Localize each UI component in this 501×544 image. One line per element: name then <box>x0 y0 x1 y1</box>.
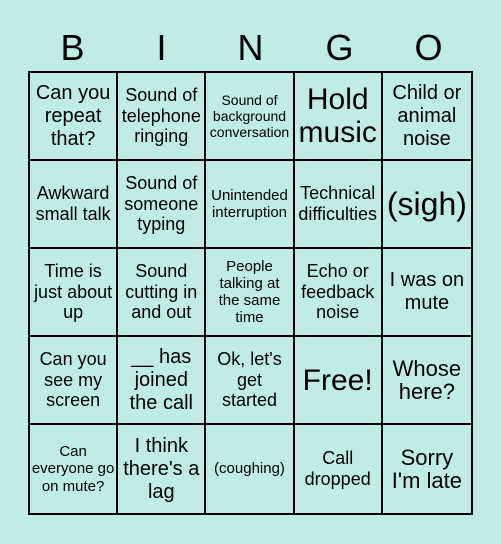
bingo-cell[interactable]: Awkward small talk <box>30 161 119 249</box>
bingo-cell[interactable]: People talking at the same time <box>206 249 295 337</box>
bingo-cell[interactable]: Hold music <box>294 73 383 161</box>
bingo-cell[interactable]: Can everyone go on mute? <box>30 425 119 513</box>
bingo-cell[interactable]: I think there's a lag <box>118 425 207 513</box>
bingo-cell[interactable]: (sigh) <box>382 161 471 249</box>
bingo-cell[interactable]: Ok, let's get started <box>206 337 295 425</box>
header-letter-b: B <box>60 27 85 68</box>
bingo-cell[interactable]: Child or animal noise <box>382 73 471 161</box>
bingo-cell[interactable]: Sound of background conversation <box>206 73 295 161</box>
header-letter-g: G <box>325 27 354 68</box>
header-letter-o: O <box>414 27 443 68</box>
bingo-cell[interactable]: Whose here? <box>382 337 471 425</box>
bingo-cell[interactable]: Sound cutting in and out <box>118 249 207 337</box>
bingo-cell[interactable]: Unintended interruption <box>206 161 295 249</box>
bingo-grid: Can you repeat that? Sound of telephone … <box>28 71 473 515</box>
bingo-cell[interactable]: Sound of someone typing <box>118 161 207 249</box>
bingo-cell[interactable]: __ has joined the call <box>118 337 207 425</box>
bingo-cell[interactable]: Technical difficulties <box>294 161 383 249</box>
bingo-cell[interactable]: (coughing) <box>206 425 295 513</box>
bingo-cell[interactable]: Echo or feedback noise <box>294 249 383 337</box>
header-letter-i: I <box>156 27 167 68</box>
header-letter-n: N <box>237 27 264 68</box>
bingo-cell[interactable]: Sound of telephone ringing <box>118 73 207 161</box>
bingo-cell[interactable]: Call dropped <box>295 425 383 513</box>
bingo-cell[interactable]: Sorry I'm late <box>383 425 471 513</box>
bingo-header: B I N G O <box>28 28 473 68</box>
free-space-cell[interactable]: Free! <box>294 337 383 425</box>
bingo-cell[interactable]: I was on mute <box>382 249 471 337</box>
bingo-cell[interactable]: Time is just about up <box>30 249 119 337</box>
bingo-cell[interactable]: Can you see my screen <box>30 337 119 425</box>
bingo-cell[interactable]: Can you repeat that? <box>30 73 119 161</box>
